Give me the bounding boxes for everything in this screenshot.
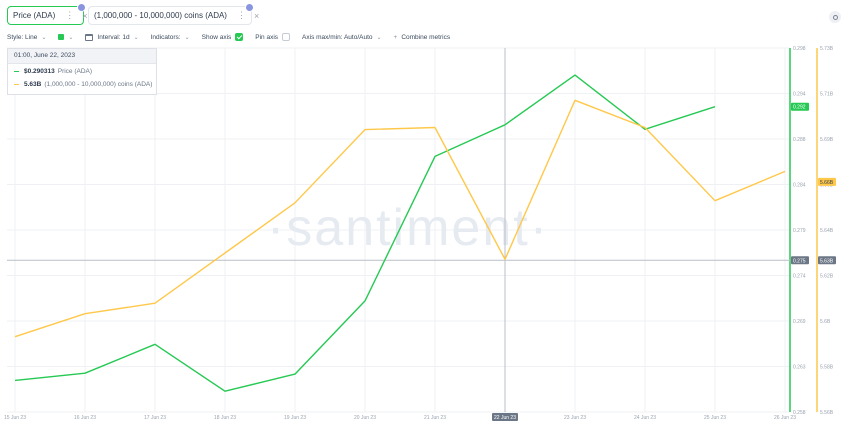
y-tick-label-left: 0.279 (793, 228, 806, 234)
tooltip-row: 5.63B (1,000,000 - 10,000,000) coins (AD… (8, 79, 156, 90)
watermark: ·santiment· (267, 199, 549, 257)
tooltip-value: 5.63B (24, 81, 42, 88)
y-tick-label-right: 5.56B (820, 410, 834, 416)
tooltip-date: 01:00, June 22, 2023 (8, 49, 156, 64)
y-tick-label-right: 5.64B (820, 228, 834, 234)
x-tick-label: 26 Jun 23 (774, 415, 796, 421)
x-tick-label: 24 Jun 23 (634, 415, 656, 421)
x-tick-label: 16 Jun 23 (74, 415, 96, 421)
y-tick-label-right: 5.73B (820, 46, 834, 52)
crosshair-value-left: 0.275 (793, 258, 806, 264)
y-tick-label-left: 0.284 (793, 183, 806, 189)
series-marker (14, 70, 19, 73)
y-tick-label-left: 0.298 (793, 46, 806, 52)
crosshair-value-right: 5.63B (820, 258, 834, 264)
y-tick-label-left: 0.263 (793, 365, 806, 371)
current-value-left: 0.292 (793, 105, 806, 111)
y-tick-label-left: 0.269 (793, 319, 806, 325)
x-tick-label: 19 Jun 23 (284, 415, 306, 421)
x-tick-label: 21 Jun 23 (424, 415, 446, 421)
current-value-right: 5.66B (820, 180, 834, 186)
tooltip-value: $0.290313 (24, 68, 55, 75)
y-tick-label-right: 5.58B (820, 365, 834, 371)
series-marker (14, 83, 19, 86)
tooltip-row: $0.290313 Price (ADA) (8, 66, 156, 77)
chart-tooltip: 01:00, June 22, 2023 $0.290313 Price (AD… (7, 48, 157, 95)
x-tick-label: 15 Jun 23 (4, 415, 26, 421)
x-tick-label: 23 Jun 23 (564, 415, 586, 421)
x-tick-label: 20 Jun 23 (354, 415, 376, 421)
y-tick-label-right: 5.62B (820, 274, 834, 280)
y-tick-label-left: 0.288 (793, 137, 806, 143)
y-tick-label-left: 0.274 (793, 274, 806, 280)
y-tick-label-right: 5.6B (820, 319, 831, 325)
x-tick-label: 18 Jun 23 (214, 415, 236, 421)
tooltip-series-name: (1,000,000 - 10,000,000) coins (ADA) (44, 81, 153, 88)
y-tick-label-left: 0.294 (793, 92, 806, 98)
x-tick-label: 17 Jun 23 (144, 415, 166, 421)
x-tick-label: 25 Jun 23 (704, 415, 726, 421)
y-tick-label-right: 5.69B (820, 137, 834, 143)
x-tick-label: 22 Jun 23 (494, 415, 516, 421)
y-tick-label-right: 5.71B (820, 92, 834, 98)
tooltip-series-name: Price (ADA) (57, 68, 93, 75)
